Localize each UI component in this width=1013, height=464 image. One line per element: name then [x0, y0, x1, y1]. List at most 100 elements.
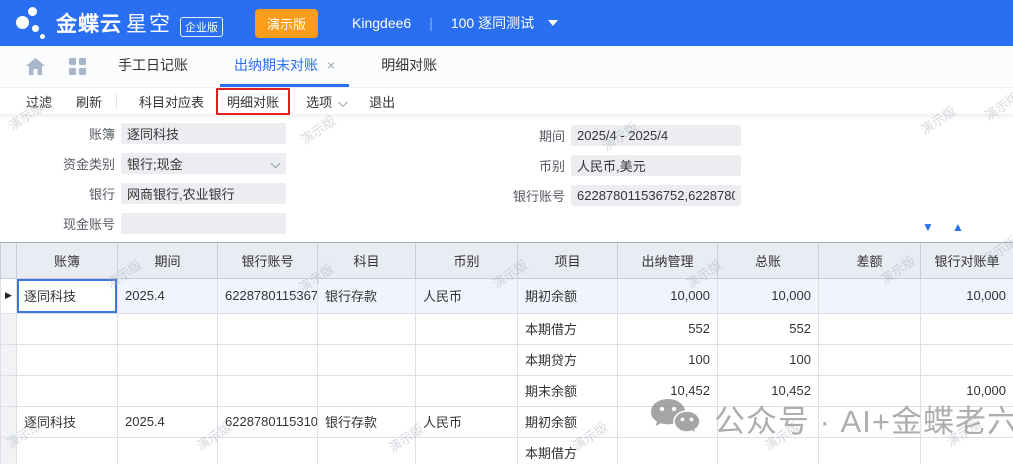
grid-cell[interactable]	[819, 313, 921, 344]
grid-cell[interactable]: 10,000	[921, 278, 1013, 313]
grid-cell[interactable]	[17, 437, 118, 464]
grid-cell[interactable]: 100	[618, 344, 718, 375]
grid-column-header[interactable]: 期间	[118, 243, 218, 278]
grid-cell[interactable]: 100	[718, 344, 819, 375]
fund-type-select[interactable]	[121, 153, 286, 174]
grid-cell[interactable]: 552	[618, 313, 718, 344]
grid-cell[interactable]: 逐同科技	[17, 278, 118, 313]
grid-cell[interactable]: 人民币	[416, 406, 518, 437]
grid-cell[interactable]: 2025.4	[118, 406, 218, 437]
grid-cell[interactable]	[718, 437, 819, 464]
tab-manual-journal[interactable]: 手工日记账	[104, 46, 202, 87]
period-input[interactable]	[571, 125, 741, 146]
grid-cell[interactable]	[416, 375, 518, 406]
grid-cell[interactable]: 62287801153100	[218, 406, 318, 437]
grid-cell[interactable]: 552	[718, 313, 819, 344]
grid-cell[interactable]	[921, 313, 1013, 344]
grid-cell[interactable]	[17, 375, 118, 406]
grid-column-header[interactable]: 科目	[318, 243, 416, 278]
tab-cashier-period-recon[interactable]: 出纳期末对账 ×	[220, 46, 349, 87]
options-button[interactable]: 选项	[298, 89, 353, 114]
grid-cell[interactable]: 银行存款	[318, 406, 416, 437]
exit-button[interactable]: 退出	[361, 89, 403, 114]
grid-cell[interactable]: 10,000	[718, 278, 819, 313]
row-selector-cell[interactable]	[1, 344, 17, 375]
grid-cell[interactable]	[819, 437, 921, 464]
apps-grid-icon[interactable]	[69, 58, 86, 75]
grid-cell[interactable]	[618, 406, 718, 437]
grid-cell[interactable]	[118, 344, 218, 375]
grid-cell[interactable]	[416, 437, 518, 464]
grid-cell[interactable]	[718, 406, 819, 437]
grid-column-header[interactable]: 项目	[518, 243, 618, 278]
grid-cell[interactable]	[118, 437, 218, 464]
grid-cell[interactable]: 期初余额	[518, 278, 618, 313]
close-icon[interactable]: ×	[327, 57, 335, 73]
grid-cell[interactable]	[118, 375, 218, 406]
row-selector-cell[interactable]	[1, 313, 17, 344]
grid-cell[interactable]: 人民币	[416, 278, 518, 313]
grid-cell[interactable]	[218, 313, 318, 344]
demo-version-button[interactable]: 演示版	[255, 9, 318, 38]
grid-cell[interactable]: 期初余额	[518, 406, 618, 437]
refresh-button[interactable]: 刷新	[68, 89, 110, 114]
organization-selector[interactable]: 100 逐同测试	[451, 13, 534, 33]
grid-cell[interactable]: 622878011536752	[218, 278, 318, 313]
grid-column-header[interactable]: 银行账号	[218, 243, 318, 278]
grid-cell[interactable]: 2025.4	[118, 278, 218, 313]
row-selector-cell[interactable]	[1, 437, 17, 464]
grid-cell[interactable]	[819, 344, 921, 375]
caret-down-icon[interactable]	[548, 20, 558, 26]
tab-detail-recon[interactable]: 明细对账	[367, 46, 451, 87]
grid-cell[interactable]	[819, 375, 921, 406]
grid-column-header[interactable]: 出纳管理	[618, 243, 718, 278]
filter-button[interactable]: 过滤	[18, 89, 60, 114]
grid-cell[interactable]: 银行存款	[318, 278, 416, 313]
grid-cell[interactable]: 本期贷方	[518, 344, 618, 375]
grid-cell[interactable]: 10,452	[618, 375, 718, 406]
grid-cell[interactable]	[218, 375, 318, 406]
home-icon[interactable]	[26, 46, 45, 87]
detail-recon-button[interactable]: 明细对账	[216, 88, 290, 115]
row-selector-cell[interactable]	[1, 406, 17, 437]
row-selector-cell[interactable]	[1, 375, 17, 406]
grid-cell[interactable]: 本期借方	[518, 437, 618, 464]
grid-column-header[interactable]: 银行对账单	[921, 243, 1013, 278]
grid-cell[interactable]: 10,000	[921, 375, 1013, 406]
grid-cell[interactable]	[118, 313, 218, 344]
account-mapping-button[interactable]: 科目对应表	[131, 89, 212, 114]
grid-cell[interactable]	[921, 344, 1013, 375]
grid-column-header[interactable]: 差额	[819, 243, 921, 278]
grid-column-header[interactable]: 总账	[718, 243, 819, 278]
cash-account-input[interactable]	[121, 213, 286, 234]
grid-cell[interactable]: 期末余额	[518, 375, 618, 406]
grid-cell[interactable]	[318, 344, 416, 375]
grid-column-header[interactable]: 账簿	[17, 243, 118, 278]
bank-account-input[interactable]	[571, 185, 741, 206]
grid-cell[interactable]	[416, 344, 518, 375]
grid-cell[interactable]	[819, 406, 921, 437]
grid-cell[interactable]	[921, 437, 1013, 464]
grid-cell[interactable]	[618, 437, 718, 464]
current-row-arrow-icon[interactable]: ▶	[1, 278, 17, 313]
grid-cell[interactable]	[921, 406, 1013, 437]
grid-cell[interactable]	[318, 313, 416, 344]
expand-panel-icon[interactable]: ▲	[952, 221, 964, 233]
grid-cell[interactable]: 10,000	[618, 278, 718, 313]
grid-cell[interactable]	[318, 437, 416, 464]
collapse-panel-icon[interactable]: ▼	[922, 221, 934, 233]
book-input[interactable]	[121, 123, 286, 144]
grid-cell[interactable]	[819, 278, 921, 313]
grid-cell[interactable]	[416, 313, 518, 344]
grid-column-header[interactable]: 币别	[416, 243, 518, 278]
grid-cell[interactable]	[17, 313, 118, 344]
currency-input[interactable]	[571, 155, 741, 176]
grid-cell[interactable]	[218, 437, 318, 464]
grid-cell[interactable]	[318, 375, 416, 406]
grid-cell[interactable]	[218, 344, 318, 375]
grid-cell[interactable]	[17, 344, 118, 375]
bank-input[interactable]	[121, 183, 286, 204]
grid-cell[interactable]: 本期借方	[518, 313, 618, 344]
grid-cell[interactable]: 逐同科技	[17, 406, 118, 437]
grid-cell[interactable]: 10,452	[718, 375, 819, 406]
